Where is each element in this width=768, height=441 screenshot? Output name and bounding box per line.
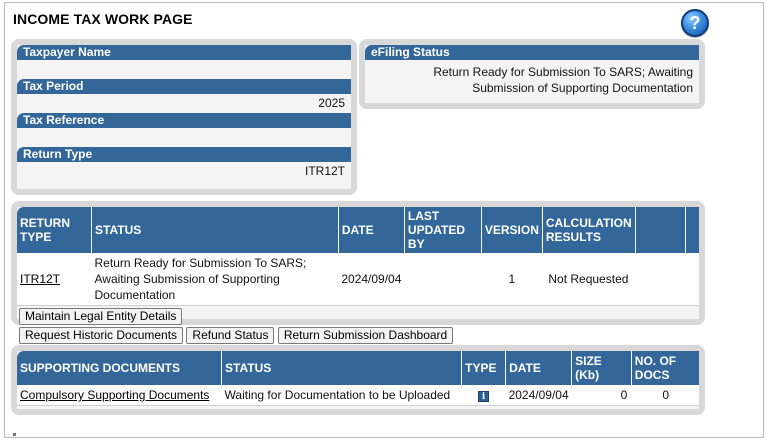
tax-period-value: 2025	[318, 96, 345, 110]
info-icon[interactable]: i	[478, 391, 490, 402]
tax-reference-label: Tax Reference	[17, 113, 351, 128]
col-last-updated-by: LAST UPDATED BY	[404, 207, 482, 253]
efiling-status-value: Return Ready for Submission To SARS; Awa…	[433, 65, 693, 95]
doc-status: Waiting for Documentation to be Uploaded	[221, 385, 462, 406]
col-spacer	[635, 207, 687, 253]
table-row: ITR12T Return Ready for Submission To SA…	[17, 253, 699, 306]
taxpayer-panel: Taxpayer Name Tax Period 2025 Tax Refere…	[11, 39, 357, 195]
request-historic-documents-button[interactable]: Request Historic Documents	[19, 327, 184, 344]
col-supporting-documents: SUPPORTING DOCUMENTS	[17, 351, 223, 385]
taxpayer-panel-inner: Taxpayer Name Tax Period 2025 Tax Refere…	[17, 45, 351, 189]
col-calculation-results: CALCULATION RESULTS	[542, 207, 636, 253]
row-last-updated-by	[404, 253, 482, 306]
doc-date: 2024/09/04	[505, 385, 572, 406]
tax-period-label: Tax Period	[17, 79, 351, 94]
col-version: VERSION	[481, 207, 543, 253]
returns-table: RETURN TYPE STATUS DATE LAST UPDATED BY …	[17, 207, 699, 306]
page-title: INCOME TAX WORK PAGE	[13, 11, 193, 27]
col-spacer-end	[685, 207, 699, 253]
row-version: 1	[481, 253, 543, 306]
refund-status-button[interactable]: Refund Status	[186, 327, 275, 344]
supporting-docs-panel: SUPPORTING DOCUMENTS STATUS TYPE DATE SI…	[11, 345, 705, 415]
return-submission-dashboard-button[interactable]: Return Submission Dashboard	[277, 327, 454, 344]
returns-panel: RETURN TYPE STATUS DATE LAST UPDATED BY …	[11, 201, 705, 344]
doc-size: 0	[571, 385, 632, 406]
table-row: Compulsory Supporting Documents Waiting …	[17, 385, 699, 406]
button-bar: Maintain Legal Entity Details Request Hi…	[17, 306, 699, 344]
return-type-link[interactable]: ITR12T	[20, 272, 60, 286]
supporting-docs-table: SUPPORTING DOCUMENTS STATUS TYPE DATE SI…	[17, 351, 699, 406]
row-date: 2024/09/04	[338, 253, 405, 306]
efiling-panel: eFiling Status Return Ready for Submissi…	[359, 39, 705, 109]
row-status: Return Ready for Submission To SARS; Awa…	[91, 253, 339, 306]
efiling-status-label: eFiling Status	[365, 45, 699, 60]
col-doc-size: SIZE (Kb)	[571, 351, 632, 385]
return-type-value: ITR12T	[304, 164, 345, 178]
returns-panel-inner: RETURN TYPE STATUS DATE LAST UPDATED BY …	[17, 207, 699, 344]
tax-reference-value	[17, 128, 351, 147]
col-status: STATUS	[91, 207, 339, 253]
col-date: DATE	[338, 207, 405, 253]
return-type-label: Return Type	[17, 147, 351, 162]
taxpayer-name-label: Taxpayer Name	[17, 45, 351, 60]
doc-count: 0	[631, 385, 699, 406]
supporting-docs-panel-inner: SUPPORTING DOCUMENTS STATUS TYPE DATE SI…	[17, 351, 699, 409]
footer-dot	[13, 433, 16, 436]
maintain-legal-entity-button[interactable]: Maintain Legal Entity Details	[19, 308, 183, 325]
page-frame: INCOME TAX WORK PAGE ? Taxpayer Name Tax…	[4, 2, 764, 438]
question-mark-icon[interactable]: ?	[681, 9, 709, 37]
col-doc-type: TYPE	[461, 351, 507, 385]
col-doc-status: STATUS	[221, 351, 463, 385]
row-calculation-results: Not Requested	[542, 253, 636, 306]
col-return-type: RETURN TYPE	[17, 207, 93, 253]
efiling-panel-inner: eFiling Status Return Ready for Submissi…	[365, 45, 699, 103]
col-doc-count: NO. OF DOCS	[631, 351, 699, 385]
taxpayer-name-value	[17, 60, 351, 79]
col-doc-date: DATE	[505, 351, 573, 385]
compulsory-docs-link[interactable]: Compulsory Supporting Documents	[20, 388, 209, 402]
